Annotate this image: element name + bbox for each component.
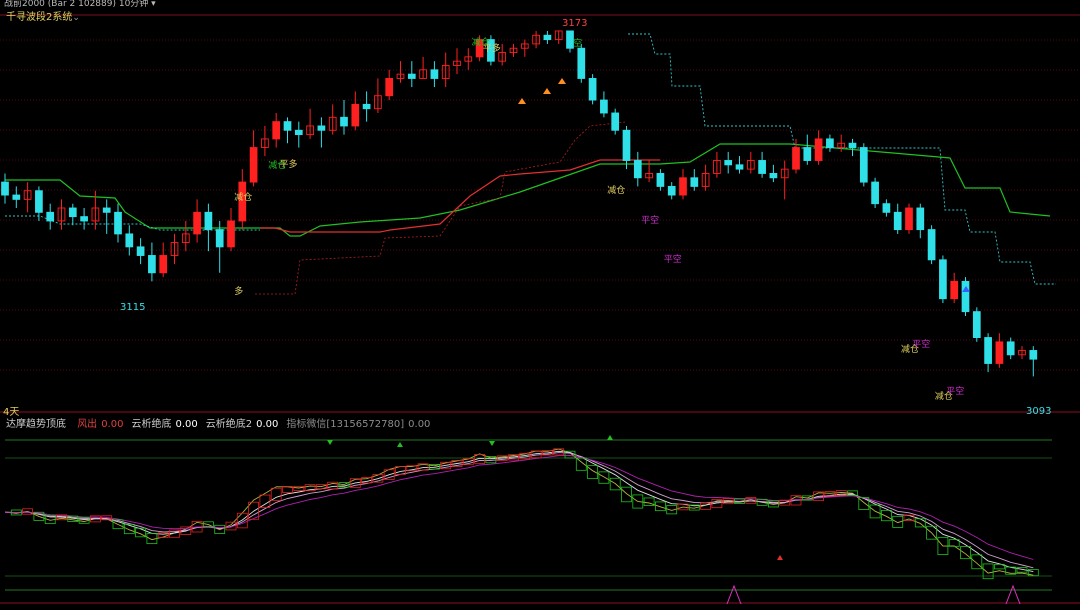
candle-body xyxy=(803,147,812,161)
candle-body xyxy=(125,233,134,248)
candle-body xyxy=(12,194,21,200)
candle-body xyxy=(656,173,665,187)
legend-item-value: 0.00 xyxy=(256,419,279,430)
candle-body xyxy=(792,147,800,170)
candle-body xyxy=(294,129,303,136)
candle-body xyxy=(114,211,122,235)
candle-body xyxy=(577,47,586,79)
candle-body xyxy=(317,125,326,131)
candle-body xyxy=(995,341,1004,364)
legend-item-label: 指标微信[13156572780] xyxy=(286,419,405,430)
indicator-legend: 达摩趋势顶底 风出 0.00 云析绝底 0.00 云析绝底2 0.00 指标微信[13156… xyxy=(6,415,430,430)
candle-body xyxy=(961,280,970,313)
signal-marker: 减仓 xyxy=(607,184,625,196)
candle-body xyxy=(848,142,857,148)
candle-body xyxy=(893,211,902,231)
signal-marker: 多 xyxy=(234,285,243,297)
candle-body xyxy=(102,207,111,213)
chart-window: 3173 3115 3093 减仓 平多空减仓 平多 减仓多减仓 平空 平空 减仓 平空 减仓 平空 战… xyxy=(0,0,1080,610)
candle-body xyxy=(1,181,9,196)
candle-body xyxy=(916,207,925,231)
legend-item-value: 0.00 xyxy=(101,419,124,430)
candle-body xyxy=(249,147,258,183)
candle-body xyxy=(667,185,676,196)
candle-body xyxy=(351,103,360,127)
legend-item: 云析绝底 0.00 xyxy=(131,419,197,430)
signal-marker: 平空 xyxy=(946,385,964,397)
indicator-title[interactable]: 千寻波段2系统⌄ xyxy=(6,8,80,23)
candle-body xyxy=(882,203,891,213)
legend-item: 风出 0.00 xyxy=(77,419,123,430)
candle-body xyxy=(193,211,201,235)
candle-body xyxy=(600,99,608,114)
legend-item-label: 云析绝底 xyxy=(131,419,172,430)
price-high-label: 3173 xyxy=(562,18,587,29)
candle-body xyxy=(611,112,620,131)
candle-body xyxy=(769,173,778,179)
candle-body xyxy=(148,255,156,274)
candle-body xyxy=(859,147,868,183)
signal-marker: 空 xyxy=(573,37,582,49)
candle-body xyxy=(159,255,168,274)
candle-body xyxy=(633,160,642,179)
candle-body xyxy=(735,164,744,170)
signal-marker: 平空 xyxy=(641,214,659,226)
signal-marker: 平空 xyxy=(664,253,682,265)
candle-body xyxy=(724,160,733,166)
price-chart[interactable]: 317331153093减仓平多 空减仓平多减仓多减仓平空平空减仓平空减仓平空 xyxy=(0,0,1080,610)
legend-indicator-name[interactable]: 达摩趋势顶底 xyxy=(6,419,66,430)
legend-item-value: 0.00 xyxy=(175,419,198,430)
legend-item-label: 风出 xyxy=(77,419,98,430)
candle-body xyxy=(543,34,552,41)
candle-body xyxy=(984,337,992,364)
signal-marker: 平多 xyxy=(483,42,501,54)
candle-body xyxy=(972,311,981,338)
signal-marker: 平多 xyxy=(280,158,298,170)
candle-body xyxy=(814,138,823,161)
legend-item-value: 0.00 xyxy=(408,419,431,430)
legend-item: 指标微信[13156572780] 0.00 xyxy=(286,419,430,430)
candle-body xyxy=(272,121,281,140)
price-low-label-left: 3115 xyxy=(120,302,145,313)
legend-items: 风出 0.00 云析绝底 0.00 云析绝底2 0.00 指标微信[13156572780]… xyxy=(69,419,430,430)
indicator-name: 千寻波段2系统 xyxy=(6,12,73,23)
candle-body xyxy=(1029,350,1038,360)
candle-body xyxy=(340,116,348,127)
signal-marker: 减仓 xyxy=(234,191,252,203)
signal-marker: 平空 xyxy=(912,338,930,350)
candle-body xyxy=(588,78,597,101)
candle-body xyxy=(927,229,936,261)
candle-body xyxy=(758,160,766,174)
candle-body xyxy=(939,259,947,300)
candle-body xyxy=(430,69,439,79)
candle-body xyxy=(385,78,394,97)
candle-body xyxy=(35,190,43,213)
candle-body xyxy=(1006,341,1015,356)
candle-body xyxy=(905,207,913,231)
candle-body xyxy=(80,216,88,222)
candle-body xyxy=(283,121,292,131)
candle-body xyxy=(204,211,213,231)
candle-body xyxy=(826,138,834,148)
candle-body xyxy=(622,129,631,161)
legend-item-label: 云析绝底2 xyxy=(205,419,253,430)
candle-body xyxy=(68,207,77,218)
candle-body xyxy=(690,177,699,187)
candle-body xyxy=(136,246,145,256)
candle-body xyxy=(871,181,879,205)
price-low-label-right: 3093 xyxy=(1026,406,1051,417)
candle-body xyxy=(679,177,687,196)
legend-item: 云析绝底2 0.00 xyxy=(206,419,279,430)
candle-body xyxy=(407,73,416,79)
candle-body xyxy=(950,280,959,300)
chevron-down-icon[interactable]: ⌄ xyxy=(72,13,80,23)
candle-body xyxy=(215,229,224,248)
candle-body xyxy=(362,103,371,110)
candle-body xyxy=(227,220,235,248)
candle-body xyxy=(46,211,55,222)
